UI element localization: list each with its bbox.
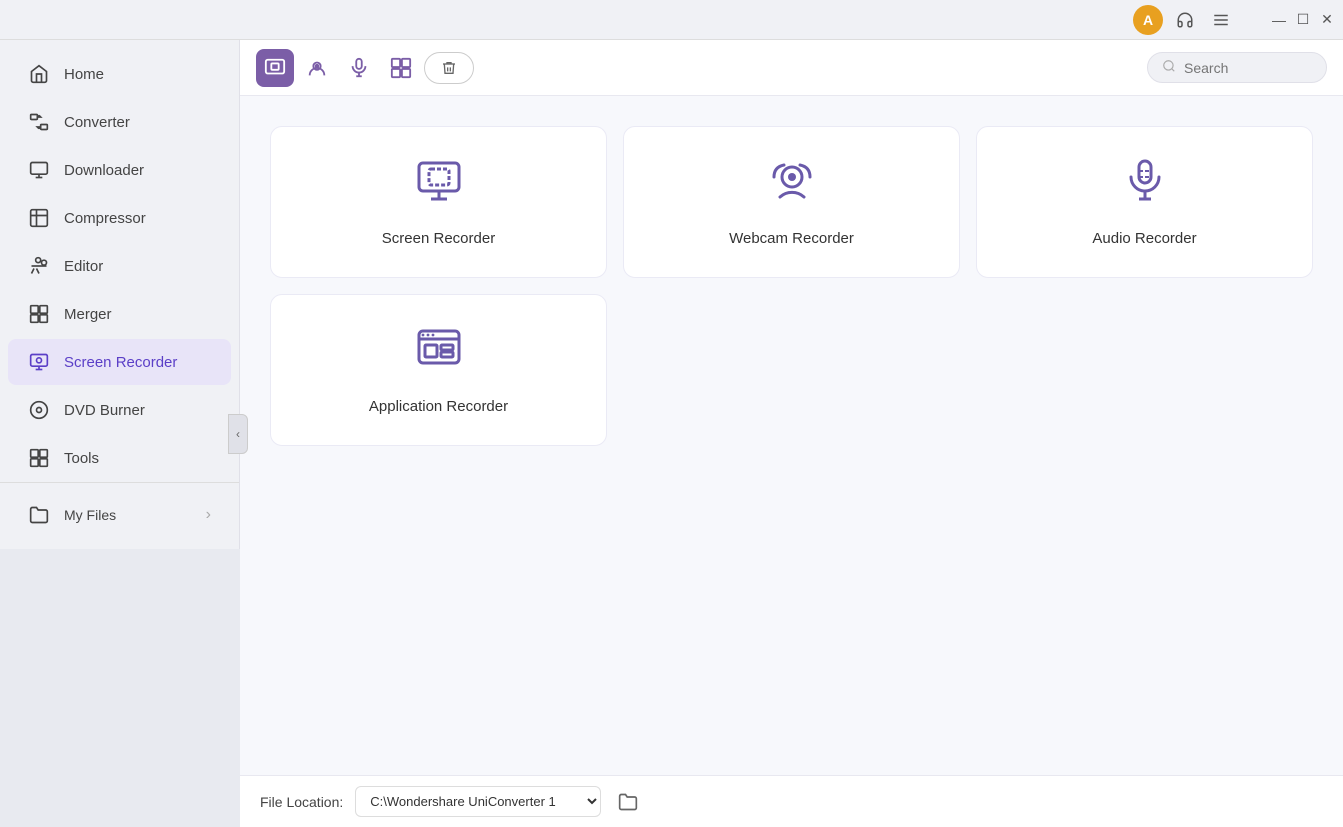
main-content: Screen Recorder Webcam Recorder bbox=[240, 40, 1343, 827]
sidebar-item-downloader[interactable]: Downloader bbox=[8, 147, 231, 193]
sidebar-collapse-button[interactable]: ‹ bbox=[228, 414, 248, 454]
screen-recorder-card[interactable]: Screen Recorder bbox=[270, 126, 607, 278]
sidebar-item-converter-label: Converter bbox=[64, 114, 130, 131]
menu-button[interactable] bbox=[1207, 6, 1235, 34]
audio-tab-button[interactable] bbox=[340, 49, 378, 87]
sidebar-item-screen-recorder-label: Screen Recorder bbox=[64, 354, 177, 371]
editor-icon bbox=[28, 255, 50, 277]
toolbar bbox=[240, 40, 1343, 96]
sidebar-item-tools[interactable]: Tools bbox=[8, 435, 231, 481]
screen-recorder-icon bbox=[28, 351, 50, 373]
screen-recorder-card-label: Screen Recorder bbox=[382, 230, 495, 247]
sidebar-bottom: My Files › bbox=[0, 482, 239, 539]
sidebar-item-screen-recorder[interactable]: Screen Recorder bbox=[8, 339, 231, 385]
sidebar-item-merger[interactable]: Merger bbox=[8, 291, 231, 337]
apps-tab-button[interactable] bbox=[382, 49, 420, 87]
app-body: Home Converter bbox=[0, 40, 1343, 827]
sidebar-item-compressor[interactable]: Compressor bbox=[8, 195, 231, 241]
audio-recorder-card-icon bbox=[1121, 157, 1169, 214]
file-location-select[interactable]: C:\Wondershare UniConverter 1 bbox=[355, 786, 601, 817]
sidebar-item-my-files-label: My Files bbox=[64, 507, 116, 523]
sidebar-item-downloader-label: Downloader bbox=[64, 162, 144, 179]
search-input[interactable] bbox=[1184, 60, 1314, 76]
dvd-burner-icon bbox=[28, 399, 50, 421]
sidebar-item-editor-label: Editor bbox=[64, 258, 103, 275]
sidebar-item-tools-label: Tools bbox=[64, 450, 99, 467]
application-recorder-card-icon bbox=[415, 325, 463, 382]
sidebar-item-merger-label: Merger bbox=[64, 306, 112, 323]
sidebar: Home Converter bbox=[0, 40, 240, 549]
my-files-chevron-icon: › bbox=[206, 506, 211, 524]
close-button[interactable]: ✕ bbox=[1319, 12, 1335, 28]
converter-icon bbox=[28, 111, 50, 133]
browse-folder-button[interactable] bbox=[613, 787, 643, 817]
search-box bbox=[1147, 52, 1327, 83]
screen-record-tab-button[interactable] bbox=[256, 49, 294, 87]
sidebar-item-editor[interactable]: Editor bbox=[8, 243, 231, 289]
user-avatar[interactable]: A bbox=[1133, 5, 1163, 35]
sidebar-item-converter[interactable]: Converter bbox=[8, 99, 231, 145]
webcam-recorder-card-label: Webcam Recorder bbox=[729, 230, 854, 247]
webcam-recorder-card-icon bbox=[768, 157, 816, 214]
sidebar-item-home[interactable]: Home bbox=[8, 51, 231, 97]
compressor-icon bbox=[28, 207, 50, 229]
screen-recorder-card-icon bbox=[415, 157, 463, 214]
audio-recorder-card-label: Audio Recorder bbox=[1092, 230, 1196, 247]
sidebar-item-dvd-burner-label: DVD Burner bbox=[64, 402, 145, 419]
file-location-label: File Location: bbox=[260, 794, 343, 810]
minimize-button[interactable]: ― bbox=[1271, 12, 1287, 28]
sidebar-wrapper: Home Converter bbox=[0, 40, 240, 827]
sidebar-item-dvd-burner[interactable]: DVD Burner bbox=[8, 387, 231, 433]
titlebar: A ― ☐ ✕ bbox=[0, 0, 1343, 40]
audio-recorder-card[interactable]: Audio Recorder bbox=[976, 126, 1313, 278]
application-recorder-card[interactable]: Application Recorder bbox=[270, 294, 607, 446]
maximize-button[interactable]: ☐ bbox=[1295, 12, 1311, 28]
sidebar-item-my-files[interactable]: My Files › bbox=[8, 492, 231, 538]
downloader-icon bbox=[28, 159, 50, 181]
search-icon bbox=[1162, 59, 1176, 76]
my-files-icon bbox=[28, 504, 50, 526]
webcam-tab-button[interactable] bbox=[298, 49, 336, 87]
home-icon bbox=[28, 63, 50, 85]
application-recorder-card-label: Application Recorder bbox=[369, 398, 508, 415]
trash-button[interactable] bbox=[424, 52, 474, 84]
recorder-cards-grid: Screen Recorder Webcam Recorder bbox=[240, 96, 1343, 775]
webcam-recorder-card[interactable]: Webcam Recorder bbox=[623, 126, 960, 278]
tools-icon bbox=[28, 447, 50, 469]
support-button[interactable] bbox=[1171, 6, 1199, 34]
sidebar-item-home-label: Home bbox=[64, 66, 104, 83]
sidebar-item-compressor-label: Compressor bbox=[64, 210, 146, 227]
merger-icon bbox=[28, 303, 50, 325]
file-location-bar: File Location: C:\Wondershare UniConvert… bbox=[240, 775, 1343, 827]
